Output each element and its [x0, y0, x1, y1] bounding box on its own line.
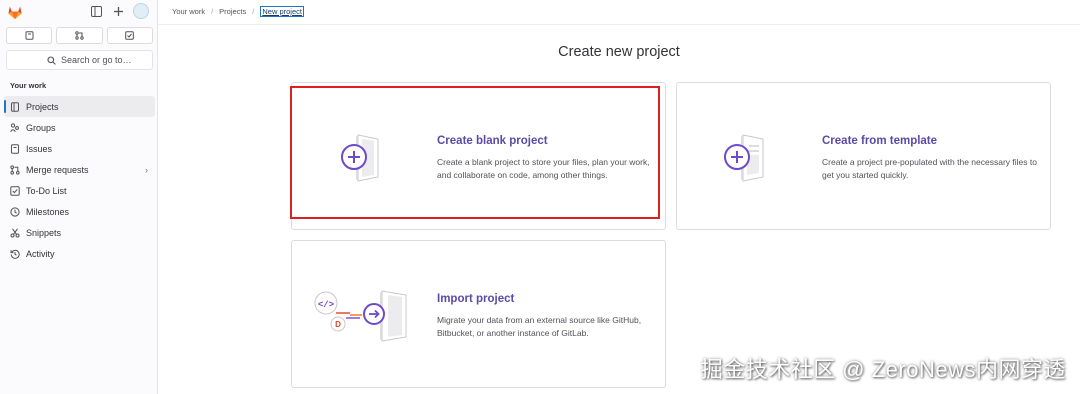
- card-description: Migrate your data from an external sourc…: [437, 315, 642, 338]
- sidebar-item-todo-list[interactable]: To-Do List: [4, 180, 155, 201]
- sidebar-item-label: Activity: [26, 248, 55, 259]
- header-divider: [158, 24, 1080, 25]
- chevron-right-icon[interactable]: ›: [145, 165, 148, 175]
- merge-requests-shortcut-button[interactable]: [56, 27, 103, 44]
- issues-icon: [10, 143, 20, 154]
- merge-request-icon: [75, 31, 84, 40]
- sidebar-top: [0, 0, 157, 24]
- sidebar-item-merge-requests[interactable]: Merge requests ›: [4, 159, 155, 180]
- breadcrumb-separator: /: [252, 7, 255, 16]
- search-placeholder: Search or go to…: [61, 55, 132, 65]
- sidebar-item-groups[interactable]: Groups: [4, 117, 155, 138]
- highlight-box: [290, 86, 660, 219]
- sidebar-toggle-icon[interactable]: [89, 4, 103, 18]
- svg-text:</>: </>: [318, 300, 334, 310]
- sidebar-item-milestones[interactable]: Milestones: [4, 201, 155, 222]
- breadcrumb-your-work[interactable]: Your work: [172, 7, 205, 16]
- sidebar-item-issues[interactable]: Issues: [4, 138, 155, 159]
- card-description: Create a project pre-populated with the …: [822, 157, 1037, 180]
- card-title: Create from template: [822, 135, 938, 147]
- sidebar-item-label: Issues: [26, 143, 53, 154]
- merge-request-icon: [10, 164, 20, 175]
- project-icon: [10, 101, 20, 112]
- sidebar-item-label: Milestones: [26, 206, 70, 217]
- watermark: 掘金技术社区 @ ZeroNews内网穿透: [700, 357, 1066, 382]
- sidebar-item-label: Projects: [26, 101, 59, 112]
- todo-shortcut-button[interactable]: [106, 27, 153, 44]
- group-icon: [10, 122, 20, 133]
- breadcrumb-new-project[interactable]: New project: [260, 6, 304, 17]
- sidebar-item-snippets[interactable]: Snippets: [4, 222, 155, 243]
- sidebar-item-activity[interactable]: Activity: [4, 243, 155, 264]
- sidebar-shortcuts: [6, 27, 153, 44]
- todo-icon: [125, 31, 135, 40]
- todo-icon: [10, 185, 20, 196]
- sidebar-item-label: Merge requests: [26, 164, 89, 175]
- svg-text:D: D: [335, 320, 341, 329]
- user-avatar[interactable]: [133, 3, 149, 19]
- sidebar-nav: Projects Groups Issues Merge requests › …: [4, 96, 155, 264]
- sidebar-item-label: Groups: [26, 122, 56, 133]
- template-illustration-icon: [724, 134, 764, 182]
- issues-shortcut-button[interactable]: [6, 27, 53, 44]
- search-icon: [47, 55, 56, 65]
- breadcrumb-projects[interactable]: Projects: [219, 7, 246, 16]
- snippet-icon: [10, 228, 20, 238]
- sidebar: Search or go to… Your work Projects Grou…: [0, 0, 158, 394]
- history-icon: [10, 249, 20, 259]
- sidebar-item-projects[interactable]: Projects: [4, 96, 155, 117]
- issues-icon: [25, 31, 34, 40]
- import-project-card[interactable]: </> D Import project Migrate your data f…: [291, 240, 666, 388]
- card-title: Import project: [437, 293, 515, 305]
- milestone-icon: [10, 206, 20, 217]
- import-illustration-icon: </> D: [314, 290, 407, 342]
- section-title: Your work: [10, 81, 47, 90]
- breadcrumb-separator: /: [211, 7, 214, 16]
- page-title: Create new project: [558, 44, 680, 60]
- sidebar-item-label: To-Do List: [26, 185, 67, 196]
- search-input[interactable]: Search or go to…: [6, 50, 153, 70]
- create-from-template-card[interactable]: Create from template Create a project pr…: [676, 82, 1051, 230]
- plus-icon[interactable]: [111, 4, 125, 18]
- gitlab-logo-icon[interactable]: [7, 4, 23, 20]
- breadcrumb: Your work / Projects / New project: [172, 6, 304, 17]
- sidebar-item-label: Snippets: [26, 227, 62, 238]
